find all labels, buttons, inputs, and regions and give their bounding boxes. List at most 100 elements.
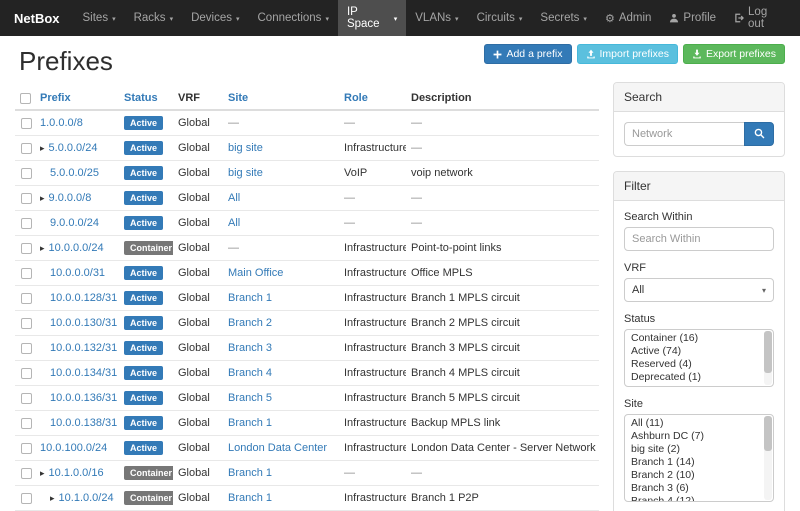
listbox-option[interactable]: Reserved (4) bbox=[625, 358, 773, 371]
import-prefixes-button[interactable]: Import prefixes bbox=[577, 44, 678, 64]
site-link[interactable]: All bbox=[228, 217, 240, 229]
prefix-link[interactable]: 5.0.0.0/25 bbox=[50, 167, 99, 179]
add-a-prefix-button[interactable]: Add a prefix bbox=[484, 44, 571, 64]
site-link[interactable]: All bbox=[228, 192, 240, 204]
listbox-option[interactable]: Deprecated (1) bbox=[625, 371, 773, 384]
prefix-link[interactable]: 9.0.0.0/24 bbox=[50, 217, 99, 229]
nav-item-vlans[interactable]: VLANs▾ bbox=[406, 0, 467, 36]
site-link[interactable]: big site bbox=[228, 142, 263, 154]
site-link[interactable]: Branch 1 bbox=[228, 292, 272, 304]
export-prefixes-button[interactable]: Export prefixes bbox=[683, 44, 785, 64]
search-within-input[interactable] bbox=[624, 227, 774, 251]
listbox-option[interactable]: All (11) bbox=[625, 417, 773, 430]
prefix-link[interactable]: 10.1.0.0/24 bbox=[59, 492, 114, 504]
row-checkbox[interactable] bbox=[21, 168, 32, 179]
prefix-link[interactable]: 1.0.0.0/8 bbox=[40, 117, 83, 129]
nav-item-ip-space[interactable]: IP Space▾ bbox=[338, 0, 406, 36]
prefix-link[interactable]: 10.0.0.0/31 bbox=[50, 267, 105, 279]
site-link[interactable]: Branch 4 bbox=[228, 367, 272, 379]
listbox-option[interactable]: Branch 2 (10) bbox=[625, 469, 773, 482]
row-checkbox[interactable] bbox=[21, 318, 32, 329]
expand-caret-icon[interactable]: ▸ bbox=[40, 243, 45, 253]
expand-caret-icon[interactable]: ▸ bbox=[40, 143, 45, 153]
scrollbar[interactable] bbox=[764, 331, 772, 385]
search-button[interactable] bbox=[744, 122, 774, 146]
scrollbar[interactable] bbox=[764, 416, 772, 500]
nav-item-circuits[interactable]: Circuits▾ bbox=[468, 0, 532, 36]
site-link[interactable]: big site bbox=[228, 167, 263, 179]
site-link[interactable]: London Data Center bbox=[228, 442, 327, 454]
listbox-option[interactable]: Branch 4 (12) bbox=[625, 495, 773, 502]
nav-item-secrets[interactable]: Secrets▾ bbox=[531, 0, 596, 36]
description-cell: — bbox=[406, 136, 599, 161]
row-checkbox[interactable] bbox=[21, 193, 32, 204]
row-checkbox[interactable] bbox=[21, 418, 32, 429]
listbox-option[interactable]: Branch 1 (14) bbox=[625, 456, 773, 469]
empty-value: — bbox=[228, 242, 239, 254]
prefix-link[interactable]: 5.0.0.0/24 bbox=[49, 142, 98, 154]
role-cell: Infrastructure bbox=[339, 436, 406, 461]
expand-caret-icon[interactable]: ▸ bbox=[50, 493, 55, 503]
app-brand[interactable]: NetBox bbox=[0, 0, 74, 36]
row-checkbox[interactable] bbox=[21, 343, 32, 354]
prefix-link[interactable]: 9.0.0.0/8 bbox=[49, 192, 92, 204]
row-checkbox[interactable] bbox=[21, 143, 32, 154]
listbox-option[interactable]: Branch 3 (6) bbox=[625, 482, 773, 495]
profile-link[interactable]: Profile bbox=[660, 0, 725, 36]
scrollbar-thumb[interactable] bbox=[764, 416, 772, 451]
nav-item-racks[interactable]: Racks▾ bbox=[125, 0, 182, 36]
site-link[interactable]: Branch 1 bbox=[228, 492, 272, 504]
row-checkbox[interactable] bbox=[21, 393, 32, 404]
prefix-link[interactable]: 10.0.0.134/31 bbox=[50, 367, 117, 379]
site-link[interactable]: Branch 3 bbox=[228, 342, 272, 354]
prefix-link[interactable]: 10.0.100.0/24 bbox=[40, 442, 107, 454]
select-all-checkbox[interactable] bbox=[20, 93, 31, 104]
scrollbar-thumb[interactable] bbox=[764, 331, 772, 373]
prefix-link[interactable]: 10.0.0.130/31 bbox=[50, 317, 117, 329]
row-checkbox[interactable] bbox=[21, 218, 32, 229]
prefix-link[interactable]: 10.0.0.138/31 bbox=[50, 417, 117, 429]
column-header-status[interactable]: Status bbox=[119, 87, 173, 110]
row-checkbox[interactable] bbox=[21, 293, 32, 304]
chevron-down-icon: ▾ bbox=[583, 15, 587, 23]
expand-caret-icon[interactable]: ▸ bbox=[40, 468, 45, 478]
row-checkbox[interactable] bbox=[21, 368, 32, 379]
column-header-site[interactable]: Site bbox=[223, 87, 339, 110]
log-out-link[interactable]: Log out bbox=[725, 0, 794, 36]
prefix-link[interactable]: 10.0.0.128/31 bbox=[50, 292, 117, 304]
prefix-link[interactable]: 10.0.0.0/24 bbox=[49, 242, 104, 254]
site-link[interactable]: Branch 5 bbox=[228, 392, 272, 404]
row-checkbox[interactable] bbox=[21, 118, 32, 129]
listbox-option[interactable]: Ashburn DC (7) bbox=[625, 430, 773, 443]
column-header-role[interactable]: Role bbox=[339, 87, 406, 110]
site-link[interactable]: Main Office bbox=[228, 267, 283, 279]
listbox-option[interactable]: Active (74) bbox=[625, 345, 773, 358]
row-checkbox[interactable] bbox=[21, 268, 32, 279]
prefix-link[interactable]: 10.0.0.136/31 bbox=[50, 392, 117, 404]
prefix-link[interactable]: 10.0.0.132/31 bbox=[50, 342, 117, 354]
status-listbox[interactable]: Container (16)Active (74)Reserved (4)Dep… bbox=[624, 329, 774, 387]
site-link[interactable]: Branch 2 bbox=[228, 317, 272, 329]
site-link[interactable]: Branch 1 bbox=[228, 417, 272, 429]
table-header-row: PrefixStatusVRFSiteRoleDescription bbox=[15, 87, 599, 110]
column-header-prefix[interactable]: Prefix bbox=[35, 87, 119, 110]
row-checkbox[interactable] bbox=[21, 243, 32, 254]
nav-item-devices[interactable]: Devices▾ bbox=[182, 0, 248, 36]
expand-caret-icon[interactable]: ▸ bbox=[40, 193, 45, 203]
row-checkbox[interactable] bbox=[21, 443, 32, 454]
vrf-cell: Global bbox=[173, 161, 223, 186]
site-link[interactable]: Branch 1 bbox=[228, 467, 272, 479]
listbox-option[interactable]: Container (16) bbox=[625, 332, 773, 345]
vrf-select[interactable]: All ▾ bbox=[624, 278, 774, 302]
search-input[interactable] bbox=[624, 122, 744, 146]
admin-link[interactable]: ⚙Admin bbox=[596, 0, 660, 36]
nav-item-sites[interactable]: Sites▾ bbox=[74, 0, 125, 36]
prefix-link[interactable]: 10.1.0.0/16 bbox=[49, 467, 104, 479]
site-listbox[interactable]: All (11)Ashburn DC (7)big site (2)Branch… bbox=[624, 414, 774, 502]
nav-item-connections[interactable]: Connections▾ bbox=[249, 0, 338, 36]
empty-value: — bbox=[344, 192, 355, 204]
row-checkbox[interactable] bbox=[21, 493, 32, 504]
row-checkbox[interactable] bbox=[21, 468, 32, 479]
listbox-option[interactable]: big site (2) bbox=[625, 443, 773, 456]
prefix-row: 9.0.0.0/24ActiveGlobalAll—— bbox=[15, 211, 599, 236]
